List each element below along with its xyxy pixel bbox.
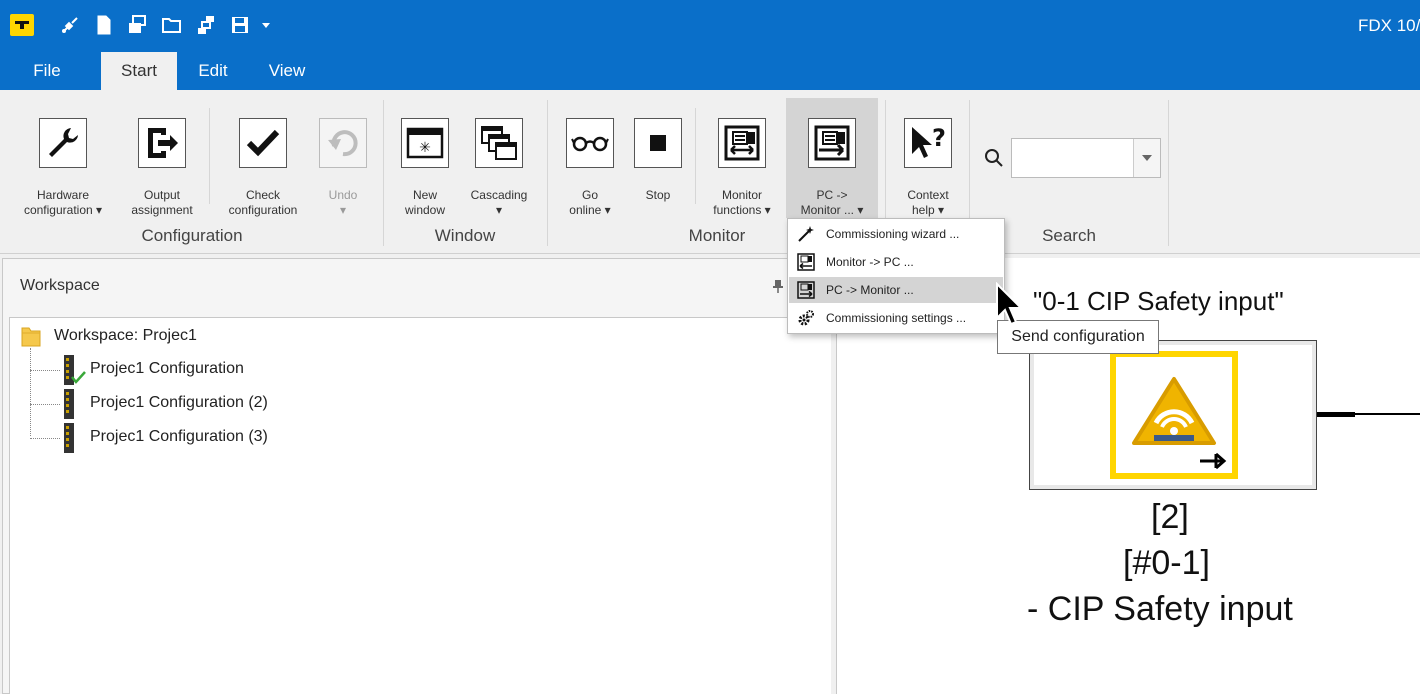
cip-safety-input-icon — [1110, 351, 1238, 479]
go-online-button[interactable]: Go online ▾ — [553, 118, 627, 218]
new-file-icon[interactable] — [94, 14, 114, 36]
copy-icon[interactable] — [127, 14, 147, 36]
undo-icon — [319, 118, 367, 168]
search-icon — [985, 149, 1003, 167]
tree-item-label: Projec1 Configuration (3) — [90, 428, 268, 445]
output-assignment-button[interactable]: Output assignment — [125, 118, 199, 218]
monitor-functions-icon — [718, 118, 766, 168]
title-bar: FDX 10/ — [0, 0, 1420, 52]
ribbon-separator — [547, 100, 548, 246]
device-module-icon — [64, 355, 86, 385]
menu-item-monitor-to-pc[interactable]: Monitor -> PC ... — [789, 249, 1003, 275]
connect-icon[interactable] — [60, 14, 80, 36]
workspace-tree: Workspace: Projec1 Projec1 Configuration… — [9, 317, 831, 694]
pin-icon[interactable] — [771, 279, 785, 293]
device-module-icon — [64, 389, 76, 419]
hardware-configuration-button[interactable]: Hardware configuration ▾ — [24, 118, 102, 218]
wrench-icon — [39, 118, 87, 168]
workspace-panel: Workspace Workspace: Projec1 Projec1 Con… — [2, 258, 831, 694]
menu-item-commissioning-settings[interactable]: Commissioning settings ... — [789, 305, 1003, 331]
tree-root-workspace[interactable]: Workspace: Projec1 — [20, 324, 197, 348]
check-configuration-button[interactable]: Check configuration — [226, 118, 300, 218]
ribbon: Hardware configuration ▾ Output assignme… — [0, 90, 1420, 254]
group-label-monitor: Monitor — [688, 226, 746, 245]
group-label-configuration: Configuration — [141, 226, 243, 245]
menu-item-pc-to-monitor[interactable]: PC -> Monitor ... — [789, 277, 1003, 303]
svg-text:✳: ✳ — [419, 140, 431, 156]
device-module-icon — [64, 423, 76, 453]
tree-connector — [30, 438, 60, 439]
tree-item-label: Projec1 Configuration — [90, 360, 244, 377]
new-window-icon: ✳ — [401, 118, 449, 168]
node-connection-line — [1317, 413, 1420, 415]
node-index: [2] — [1151, 498, 1189, 536]
workspace-title: Workspace — [20, 277, 100, 294]
tab-file[interactable]: File — [16, 52, 78, 90]
menu-item-commissioning-wizard[interactable]: Commissioning wizard ... — [789, 221, 1003, 247]
menu-tab-bar: File Start Edit View — [0, 52, 1420, 90]
group-label-search: Search — [1042, 226, 1096, 245]
tree-connector — [30, 348, 31, 436]
pc-to-monitor-button[interactable]: PC -> Monitor ... ▾ — [786, 98, 878, 218]
cip-safety-node[interactable] — [1029, 340, 1317, 490]
mouse-cursor-icon — [996, 282, 1023, 326]
monitor-functions-button[interactable]: Monitor functions ▾ — [705, 118, 779, 218]
tree-connector — [30, 404, 60, 405]
output-assignment-icon — [138, 118, 186, 168]
glasses-icon — [566, 118, 614, 168]
wand-icon — [795, 224, 817, 244]
checkmark-icon — [239, 118, 287, 168]
pc-to-monitor-icon — [795, 280, 817, 300]
tree-root-label: Workspace: Projec1 — [54, 327, 197, 344]
node-type-label: - CIP Safety input — [1027, 590, 1293, 628]
tab-view[interactable]: View — [258, 52, 316, 90]
search-input[interactable] — [1011, 138, 1161, 178]
app-logo-icon[interactable] — [10, 14, 34, 36]
folder-icon — [21, 327, 41, 347]
network-icon[interactable] — [196, 14, 216, 36]
monitor-to-pc-icon — [795, 252, 817, 272]
save-icon[interactable] — [230, 14, 250, 36]
stop-icon — [634, 118, 682, 168]
stop-button[interactable]: Stop — [621, 118, 695, 218]
gears-icon — [795, 308, 817, 328]
group-label-window: Window — [434, 226, 496, 245]
tree-connector — [30, 370, 60, 371]
undo-button[interactable]: Undo ▾ — [306, 118, 380, 218]
ribbon-separator — [1168, 100, 1169, 246]
node-title: "0-1 CIP Safety input" — [1033, 286, 1284, 316]
context-help-button[interactable]: ? Context help ▾ — [891, 118, 965, 218]
tab-start[interactable]: Start — [101, 52, 177, 90]
context-help-icon: ? — [904, 118, 952, 168]
customize-dropdown-icon[interactable] — [258, 14, 274, 36]
ribbon-separator — [209, 108, 210, 204]
cascading-button[interactable]: Cascading ▾ — [462, 118, 536, 218]
tab-edit[interactable]: Edit — [185, 52, 241, 90]
svg-text:?: ? — [932, 124, 946, 152]
tree-item-configuration-2[interactable]: Projec1 Configuration (2) — [64, 388, 268, 419]
chevron-down-icon — [1142, 155, 1152, 161]
node-address: [#0-1] — [1123, 544, 1210, 582]
window-title: FDX 10/ — [1358, 16, 1420, 35]
tree-item-configuration[interactable]: Projec1 Configuration — [64, 354, 244, 385]
open-folder-icon[interactable] — [162, 14, 182, 36]
pc-to-monitor-icon — [808, 118, 856, 168]
tree-item-label: Projec1 Configuration (2) — [90, 394, 268, 411]
cascading-windows-icon — [475, 118, 523, 168]
ribbon-separator — [383, 100, 384, 246]
pc-monitor-dropdown-menu: Commissioning wizard ... Monitor -> PC .… — [787, 218, 1005, 334]
new-window-button[interactable]: ✳ New window — [388, 118, 462, 218]
tree-item-configuration-3[interactable]: Projec1 Configuration (3) — [64, 422, 268, 453]
app-window: FDX 10/ File Start Edit View Hardware co… — [0, 0, 1420, 694]
search-dropdown-button[interactable] — [1133, 139, 1160, 177]
